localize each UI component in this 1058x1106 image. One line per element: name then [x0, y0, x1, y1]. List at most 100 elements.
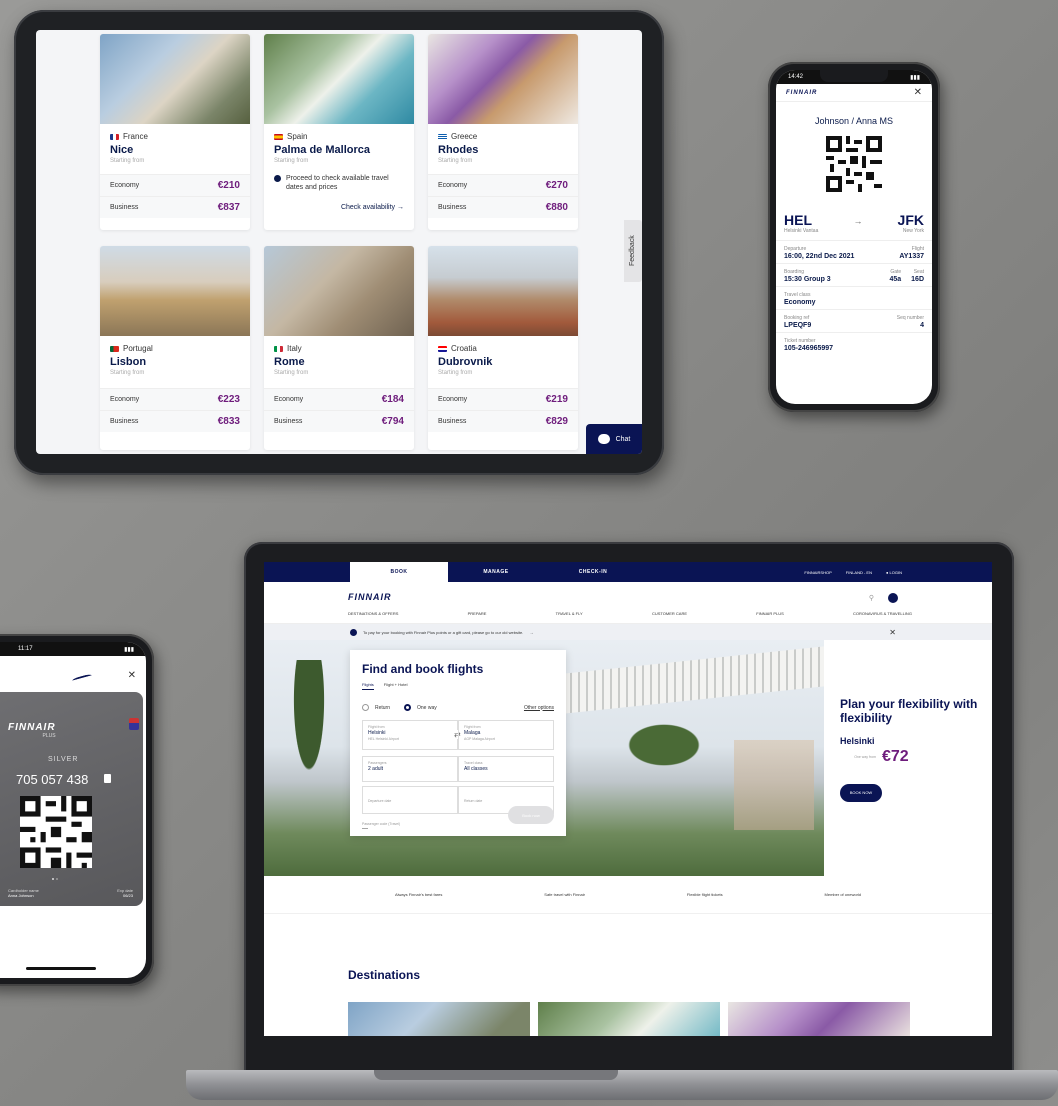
- tab-check-in[interactable]: CHECK-IN: [544, 562, 642, 582]
- nav-travel-fly[interactable]: TRAVEL & FLY: [556, 611, 583, 616]
- book-now-button[interactable]: Book now: [508, 806, 554, 824]
- destination-city: New York: [902, 228, 924, 234]
- destination-image: [100, 246, 250, 336]
- tab-flights[interactable]: Flights: [362, 682, 374, 690]
- nav-coronavirus[interactable]: CORONAVIRUS & TRAVELLING: [853, 611, 912, 616]
- features-bar: Always Finnair's best fares Safe travel …: [264, 876, 992, 914]
- destination-card-rome[interactable]: Italy Rome Starting from Economy €184 Bus…: [264, 246, 414, 450]
- flight-value: AY1337: [899, 253, 924, 260]
- seat-value: 16D: [911, 276, 924, 283]
- tab-flight-hotel[interactable]: Flight + Hotel: [384, 682, 408, 690]
- feedback-tab[interactable]: Feedback: [624, 220, 642, 282]
- destination-card-palma[interactable]: Spain Palma de Mallorca Starting from Pr…: [264, 34, 414, 230]
- shop-link[interactable]: FINNAIRSHOP: [804, 570, 831, 575]
- origin-value: Helsinki: [368, 730, 386, 736]
- feature-best-fares[interactable]: Always Finnair's best fares: [395, 892, 442, 897]
- home-indicator: [26, 967, 96, 970]
- availability-info: Proceed to check available travel dates …: [286, 175, 389, 192]
- nav-customer-care[interactable]: CUSTOMER CARE: [652, 611, 687, 616]
- feature-safe-travel[interactable]: Safe travel with Finnair: [544, 892, 585, 897]
- close-icon[interactable]: ✕: [128, 670, 136, 681]
- seat-label: Seat: [913, 269, 924, 275]
- passengers-field[interactable]: Passengers 2 adult: [362, 756, 458, 782]
- top-right-links: FINNAIRSHOP FINLAND - EN ● LOGIN: [804, 562, 902, 582]
- destination-card-nice[interactable]: France Nice Starting from Economy €210 Bu…: [100, 34, 250, 230]
- globe-icon[interactable]: [888, 593, 898, 603]
- signal-icon: ▮▮▮: [124, 647, 134, 653]
- check-availability-link[interactable]: Check availability →: [274, 204, 404, 211]
- passengers-label: Passengers: [368, 761, 387, 765]
- origin-field[interactable]: Flight from Helsinki HEL Helsinki Airpor…: [362, 720, 458, 750]
- one-way-radio[interactable]: [404, 704, 412, 711]
- economy-price-row[interactable]: Economy €219: [428, 388, 578, 410]
- destination-code: JFK: [897, 212, 924, 228]
- chat-icon: [597, 434, 610, 444]
- pergola-decoration: [564, 646, 824, 714]
- destination-image: [100, 34, 250, 124]
- travel-class-field[interactable]: Travel class All classes: [458, 756, 554, 782]
- tab-manage[interactable]: MANAGE: [448, 562, 544, 582]
- economy-price-row[interactable]: Economy €270: [428, 174, 578, 196]
- destination-country: Portugal: [123, 344, 153, 353]
- chat-button[interactable]: Chat: [586, 424, 642, 454]
- login-link[interactable]: ● LOGIN: [886, 570, 902, 575]
- destination-card-dubrovnik[interactable]: Croatia Dubrovnik Starting from Economy €…: [428, 246, 578, 450]
- close-icon[interactable]: ✕: [889, 628, 896, 637]
- tablet-screen: France Nice Starting from Economy €210 Bu…: [36, 30, 642, 454]
- promo-book-now-button[interactable]: BOOK NOW: [840, 783, 882, 802]
- chat-label: Chat: [615, 435, 631, 443]
- feature-oneworld[interactable]: Member of oneworld: [825, 892, 861, 897]
- arrow-right-icon: →: [853, 216, 863, 226]
- destination-field[interactable]: Flight from Malaga AGP Malaga Airport: [458, 720, 554, 750]
- flag-icon: [438, 345, 447, 352]
- business-price-row[interactable]: Business €833: [100, 410, 250, 432]
- return-radio[interactable]: [362, 704, 369, 711]
- economy-price: €210: [217, 180, 240, 191]
- booking-panel: Find and book flights Flights Flight + H…: [350, 650, 566, 836]
- arrow-right-icon[interactable]: →: [529, 630, 533, 635]
- other-options-link[interactable]: Other options: [524, 705, 554, 711]
- economy-price-row[interactable]: Economy €184: [264, 388, 414, 410]
- business-price-row[interactable]: Business €880: [428, 196, 578, 218]
- destination-image: [264, 34, 414, 124]
- promo-code[interactable]: Passenger code (Travel) —: [362, 822, 400, 832]
- tab-book[interactable]: BOOK: [350, 562, 448, 582]
- language-selector[interactable]: FINLAND - EN: [846, 570, 872, 575]
- economy-price: €270: [545, 180, 568, 191]
- copy-icon[interactable]: [104, 774, 111, 783]
- class-label: Travel class: [784, 292, 811, 298]
- business-price-row[interactable]: Business €794: [264, 410, 414, 432]
- card-logo: FINNAIR PLUS: [8, 722, 56, 739]
- finnair-logo[interactable]: FINNAIR: [348, 592, 392, 602]
- business-price-row[interactable]: Business €837: [100, 196, 250, 218]
- promo-city: Helsinki: [840, 735, 875, 746]
- destination-sub: AGP Malaga Airport: [464, 737, 495, 741]
- destination-thumb[interactable]: [538, 1002, 720, 1036]
- feature-flexible-tickets[interactable]: Flexible flight tickets: [687, 892, 723, 897]
- close-icon[interactable]: ✕: [914, 87, 922, 98]
- travel-class-value: All classes: [464, 766, 488, 772]
- destination-value: Malaga: [464, 730, 481, 736]
- flag-icon: [110, 345, 119, 352]
- destination-thumb[interactable]: [728, 1002, 910, 1036]
- destination-thumb[interactable]: [348, 1002, 530, 1036]
- page-dot: [52, 878, 54, 880]
- destination-image: [428, 246, 578, 336]
- economy-price-row[interactable]: Economy €223: [100, 388, 250, 410]
- destination-card-lisbon[interactable]: Portugal Lisbon Starting from Economy €22…: [100, 246, 250, 450]
- palm-decoration: [604, 710, 724, 780]
- info-icon: [274, 175, 281, 182]
- banner-text: To pay for your booking with Finnair Plu…: [363, 629, 524, 635]
- origin-code: HEL: [784, 212, 812, 228]
- destination-card-rhodes[interactable]: Greece Rhodes Starting from Economy €270 …: [428, 34, 578, 230]
- economy-price-row[interactable]: Economy €210: [100, 174, 250, 196]
- nav-destinations[interactable]: DESTINATIONS & OFFERS: [348, 611, 398, 616]
- search-icon[interactable]: ⚲: [869, 594, 874, 602]
- departure-date-field[interactable]: Departure date: [362, 786, 458, 814]
- nav-finnair-plus[interactable]: FINNAIR PLUS: [756, 611, 784, 616]
- card-number: 705 057 438: [16, 772, 89, 787]
- business-price-row[interactable]: Business €829: [428, 410, 578, 432]
- nav-prepare[interactable]: PREPARE: [468, 611, 487, 616]
- finnair-plus-card[interactable]: FINNAIR PLUS SILVER 705 057 438 Cardhold…: [0, 692, 143, 906]
- destination-city: Lisbon: [110, 356, 147, 368]
